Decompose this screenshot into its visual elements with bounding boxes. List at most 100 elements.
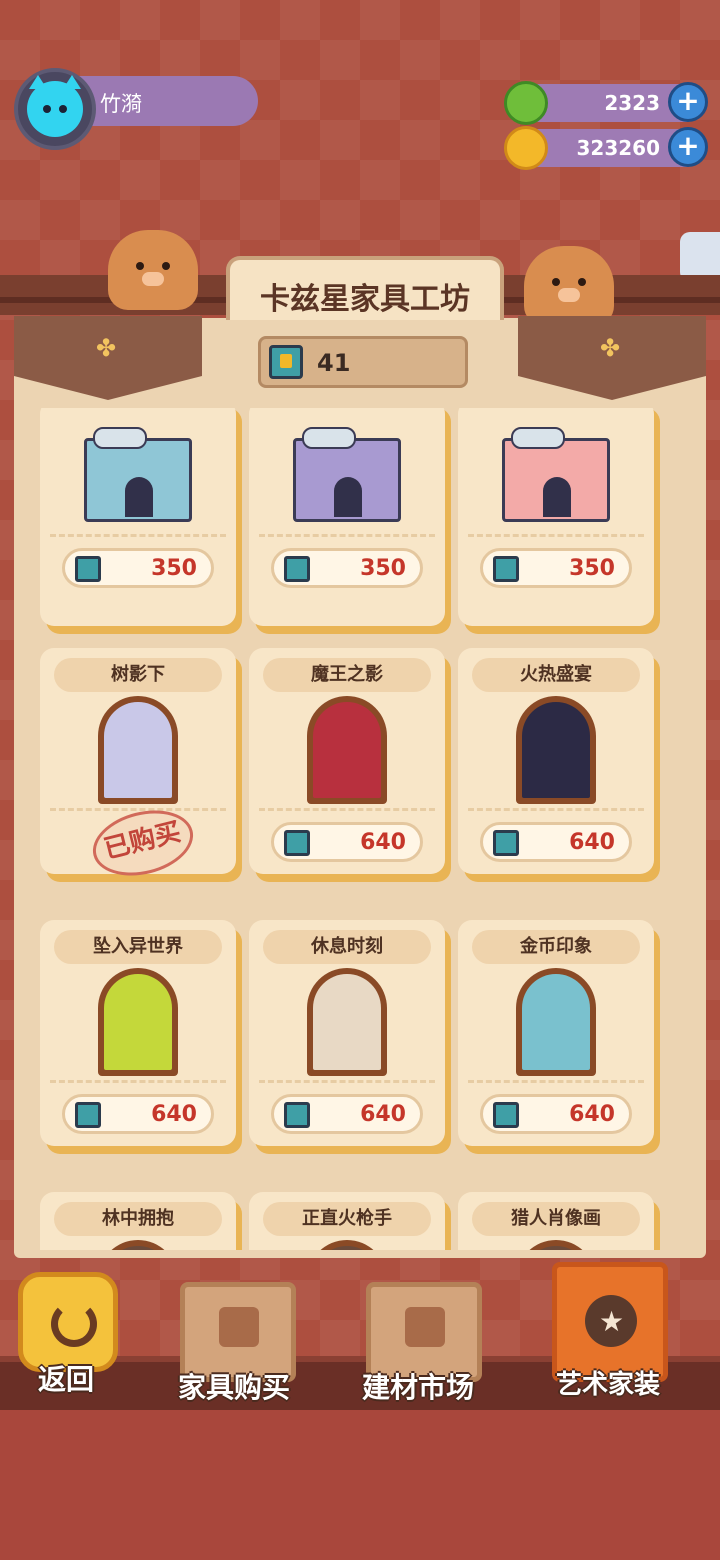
coin-icon [504, 126, 548, 170]
item-card[interactable]: 火热盛宴 640 [458, 648, 654, 874]
builder-mascot-icon [524, 246, 614, 326]
card-divider [468, 534, 644, 537]
house-furniture-image [293, 427, 401, 522]
artwork-image [104, 702, 172, 798]
add-gems-button[interactable]: + [668, 82, 708, 122]
item-card[interactable]: 正直火枪手 [249, 1192, 445, 1250]
coin-currency-bar: 323260 + [504, 126, 708, 170]
floor [0, 1410, 720, 1560]
artwork-frame [516, 1240, 596, 1250]
price-button[interactable]: 640 [271, 822, 423, 862]
purchased-stamp: 已购买 [86, 800, 200, 886]
right-banner: ✤ [518, 316, 706, 400]
ticket-icon [284, 830, 310, 856]
item-title: 金币印象 [472, 930, 640, 964]
shop-title: 卡兹星家具工坊 [260, 282, 470, 317]
item-card[interactable]: 休息时刻 640 [249, 920, 445, 1146]
artwork-frame [98, 696, 178, 804]
artwork-frame [307, 968, 387, 1076]
price-button[interactable]: 640 [480, 822, 632, 862]
artwork-image [522, 1246, 590, 1250]
tab-furniture-label[interactable]: 家具购买 [178, 1366, 290, 1406]
ticket-count: 41 [317, 349, 351, 377]
ticket-icon [75, 556, 101, 582]
item-card[interactable]: 魔王之影 640 [249, 648, 445, 874]
item-title: 休息时刻 [263, 930, 431, 964]
paint-brush-icon [405, 1307, 445, 1347]
price-button[interactable]: 350 [271, 548, 423, 588]
item-card[interactable]: 猎人肖像画 [458, 1192, 654, 1250]
back-label[interactable]: 返回 [38, 1358, 94, 1398]
return-arrow-icon [51, 1301, 97, 1347]
item-title: 林中拥抱 [54, 1202, 222, 1236]
house-door [334, 477, 362, 517]
ticket-icon [493, 830, 519, 856]
fish-icon [93, 427, 147, 449]
price-value: 640 [569, 830, 615, 855]
item-card[interactable]: 350 [249, 408, 445, 626]
item-card[interactable]: 350 [458, 408, 654, 626]
item-title: 魔王之影 [263, 658, 431, 692]
fish-icon [511, 427, 565, 449]
coin-count: 323260 [576, 136, 661, 160]
item-title: 正直火枪手 [263, 1202, 431, 1236]
item-card[interactable]: 350 [40, 408, 236, 626]
artwork-frame [516, 968, 596, 1076]
tab-materials-label[interactable]: 建材市场 [362, 1366, 474, 1406]
ticket-balance: 41 [258, 336, 468, 388]
card-divider [468, 808, 644, 811]
item-title: 火热盛宴 [472, 658, 640, 692]
artwork-image [104, 1246, 172, 1250]
artwork-image [104, 974, 172, 1070]
item-title: 坠入异世界 [54, 930, 222, 964]
artwork-frame [98, 968, 178, 1076]
price-value: 350 [360, 556, 406, 581]
gem-currency-bar: 2323 + [504, 81, 708, 125]
card-divider [259, 1080, 435, 1083]
artwork-image [522, 702, 590, 798]
item-card[interactable]: 树影下 已购买 [40, 648, 236, 886]
left-banner: ✤ [14, 316, 202, 400]
price-value: 640 [569, 1102, 615, 1127]
cat-avatar-icon [27, 75, 83, 137]
artwork-image [522, 974, 590, 1070]
back-button[interactable] [18, 1272, 118, 1372]
artwork-image [313, 702, 381, 798]
house-door [125, 477, 153, 517]
item-card[interactable]: 坠入异世界 640 [40, 920, 236, 1146]
artwork-frame [516, 696, 596, 804]
price-value: 640 [151, 1102, 197, 1127]
artwork-image [313, 1246, 381, 1250]
player-avatar[interactable] [14, 68, 96, 150]
tab-art-label[interactable]: 艺术家装 [556, 1364, 660, 1401]
price-value: 350 [569, 556, 615, 581]
gift-icon [219, 1307, 259, 1347]
clover-icon: ✤ [96, 334, 117, 362]
price-button[interactable]: 640 [271, 1094, 423, 1134]
painter-mascot-icon [108, 230, 198, 310]
card-divider [259, 534, 435, 537]
artwork-frame [307, 1240, 387, 1250]
price-value: 350 [151, 556, 197, 581]
artwork-image [313, 974, 381, 1070]
shop-title-tab: 卡兹星家具工坊 [226, 256, 504, 320]
house-furniture-image [502, 427, 610, 522]
card-divider [468, 1080, 644, 1083]
price-button[interactable]: 350 [62, 548, 214, 588]
card-divider [50, 534, 226, 537]
item-card[interactable]: 林中拥抱 [40, 1192, 236, 1250]
item-card[interactable]: 金币印象 640 [458, 920, 654, 1146]
price-value: 640 [360, 1102, 406, 1127]
price-button[interactable]: 640 [62, 1094, 214, 1134]
item-grid[interactable]: 350 350 350 树影下 已购买 魔王之影 640 火热盛宴 640 坠入… [0, 408, 720, 1250]
price-button[interactable]: 640 [480, 1094, 632, 1134]
add-coins-button[interactable]: + [668, 127, 708, 167]
gem-count: 2323 [604, 91, 660, 115]
ticket-icon [493, 1102, 519, 1128]
clover-icon: ✤ [600, 334, 621, 362]
ticket-icon [284, 556, 310, 582]
card-divider [259, 808, 435, 811]
item-title: 树影下 [54, 658, 222, 692]
ticket-icon [284, 1102, 310, 1128]
price-button[interactable]: 350 [480, 548, 632, 588]
